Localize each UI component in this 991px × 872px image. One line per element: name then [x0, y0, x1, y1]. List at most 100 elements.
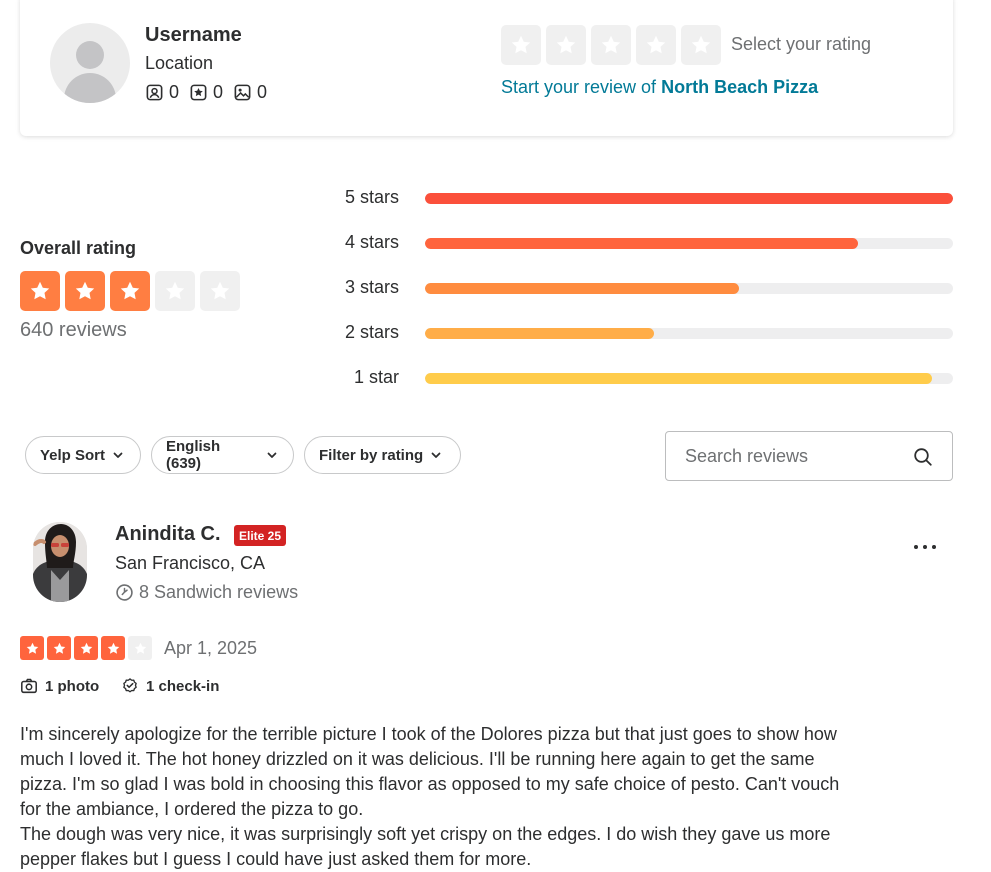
- distribution-bar-fill: [425, 373, 933, 384]
- reviews-star-icon: [190, 84, 207, 101]
- distribution-row: 5 stars: [330, 186, 953, 210]
- reviewer-stat: 8 Sandwich reviews: [115, 582, 298, 603]
- distribution-label: 2 stars: [344, 322, 399, 342]
- star-icon: [120, 281, 140, 300]
- reviewer-location: San Francisco, CA: [115, 553, 266, 573]
- photos-count: 0: [257, 82, 268, 102]
- distribution-bar-track: [425, 193, 953, 204]
- write-review-card: Username Location 0 0 0 Select your rati…: [20, 0, 953, 136]
- friends-icon: [146, 84, 163, 101]
- reviewer-name[interactable]: Anindita C.: [115, 523, 221, 546]
- language-label: English (639): [166, 438, 221, 472]
- distribution-row: 4 stars: [330, 231, 953, 255]
- start-review-link[interactable]: Start your review of North Beach Pizza: [501, 77, 818, 98]
- search-icon[interactable]: [913, 447, 933, 467]
- start-review-prefix: Start your review of: [501, 77, 657, 97]
- business-name: North Beach Pizza: [661, 77, 819, 97]
- distribution-row: 1 star: [330, 366, 953, 390]
- review-checkins: 1 check-in: [121, 677, 219, 695]
- review-photos-link[interactable]: 1 photo: [20, 677, 99, 695]
- select-rating-stars: [501, 25, 721, 65]
- review-badge-icon: [116, 584, 133, 601]
- friends-count: 0: [169, 82, 180, 102]
- more-dot: [923, 545, 927, 549]
- star-icon: [107, 642, 119, 654]
- distribution-bar-track: [425, 283, 953, 294]
- review-paragraph: I'm sincerely apologize for the terrible…: [20, 724, 840, 819]
- star-icon: [134, 642, 146, 654]
- select-rating-label: Select your rating: [731, 34, 872, 54]
- review-count: 640 reviews: [20, 319, 127, 341]
- language-dropdown[interactable]: English (639): [151, 436, 294, 474]
- star-3: [110, 271, 150, 311]
- star-icon: [75, 281, 95, 300]
- search-reviews-box: [665, 431, 953, 481]
- rating-filter-dropdown[interactable]: Filter by rating: [304, 436, 461, 474]
- camera-icon: [21, 678, 37, 694]
- distribution-label: 3 stars: [344, 277, 399, 297]
- star-5: [128, 636, 152, 660]
- star-icon: [210, 281, 230, 300]
- star-icon: [165, 281, 185, 300]
- star-icon: [53, 642, 65, 654]
- rating-star-4[interactable]: [636, 25, 676, 65]
- distribution-row: 2 stars: [330, 321, 953, 345]
- star-5: [200, 271, 240, 311]
- more-dot: [932, 545, 936, 549]
- chevron-down-icon: [113, 452, 123, 458]
- star-icon: [80, 642, 92, 654]
- review-photos-count: 1 photo: [45, 677, 100, 695]
- sort-label: Yelp Sort: [40, 446, 106, 464]
- check-in-icon: [123, 678, 137, 693]
- distribution-bar-fill: [425, 193, 953, 204]
- photos-icon: [234, 84, 251, 101]
- reviewer-stat-text: 8 Sandwich reviews: [139, 582, 299, 602]
- distribution-bar-track: [425, 373, 953, 384]
- distribution-row: 3 stars: [330, 276, 953, 300]
- more-options-button[interactable]: [909, 535, 941, 559]
- star-icon: [601, 35, 621, 54]
- distribution-label: 4 stars: [344, 232, 399, 252]
- elite-badge: Elite 25: [234, 525, 287, 546]
- search-reviews-input[interactable]: [666, 432, 915, 480]
- star-icon: [511, 35, 531, 54]
- distribution-bar-fill: [425, 238, 858, 249]
- distribution-bar-track: [425, 328, 953, 339]
- more-dot: [914, 545, 918, 549]
- photos-stat: 0: [233, 82, 267, 103]
- star-3: [74, 636, 98, 660]
- rating-filter-label: Filter by rating: [319, 446, 424, 464]
- rating-star-1[interactable]: [501, 25, 541, 65]
- chevron-down-icon: [267, 452, 277, 458]
- sort-dropdown[interactable]: Yelp Sort: [25, 436, 141, 474]
- reviews-count: 0: [213, 82, 224, 102]
- distribution-label: 5 stars: [344, 187, 399, 207]
- star-1: [20, 636, 44, 660]
- distribution-label: 1 star: [353, 367, 399, 387]
- star-icon: [691, 35, 711, 54]
- distribution-bar-fill: [425, 283, 740, 294]
- friends-stat: 0: [145, 82, 179, 103]
- review-checkins-count: 1 check-in: [146, 677, 220, 695]
- review-star-rating: [20, 636, 152, 660]
- distribution-bar-fill: [425, 328, 655, 339]
- star-icon: [646, 35, 666, 54]
- rating-star-2[interactable]: [546, 25, 586, 65]
- reviews-stat: 0: [189, 82, 223, 103]
- overall-rating-label: Overall rating: [20, 238, 137, 258]
- star-icon: [556, 35, 576, 54]
- star-4: [101, 636, 125, 660]
- user-avatar: [50, 23, 130, 103]
- review-date: Apr 1, 2025: [164, 638, 258, 658]
- star-4: [155, 271, 195, 311]
- review-text: I'm sincerely apologize for the terrible…: [20, 722, 840, 872]
- rating-star-5[interactable]: [681, 25, 721, 65]
- review-paragraph: The dough was very nice, it was surprisi…: [20, 824, 831, 869]
- chevron-down-icon: [431, 452, 441, 458]
- star-2: [47, 636, 71, 660]
- overall-rating-stars: [20, 271, 240, 311]
- star-2: [65, 271, 105, 311]
- rating-star-3[interactable]: [591, 25, 631, 65]
- reviewer-avatar[interactable]: [33, 522, 87, 602]
- reviewer-photo: [33, 522, 87, 602]
